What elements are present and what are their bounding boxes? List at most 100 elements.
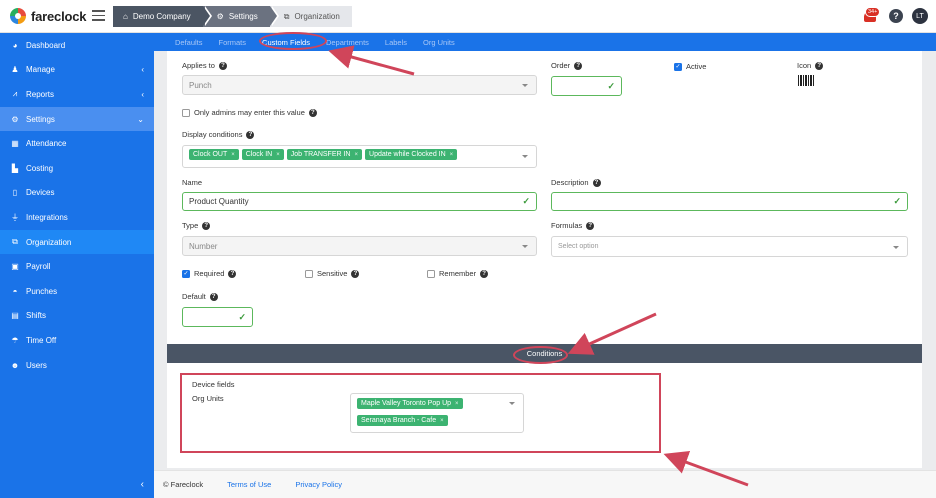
checkbox-box[interactable]: ✓ [674,62,682,71]
sidebar-collapse-button[interactable]: ‹ [141,479,144,490]
label-text: Applies to [182,61,215,70]
factory-icon: ▙ [11,163,19,173]
breadcrumb-organization[interactable]: ⧉ Organization [269,6,352,27]
sidebar-item-label: Dashboard [26,40,66,50]
sidebar-item-devices[interactable]: ▯ Devices [0,181,154,206]
help-button[interactable]: ? [889,9,903,23]
active-checkbox[interactable]: ✓ Active [674,62,706,71]
display-conditions-multiselect[interactable]: Clock OUT × Clock IN × Job TRANSFER IN × Up… [182,145,537,168]
chevron-left-icon: ‹ [141,89,144,99]
chip-clock-in[interactable]: Clock IN × [241,149,284,160]
remember-checkbox[interactable]: Remember? [427,269,489,278]
help-icon[interactable]: ? [586,221,595,230]
chip-clock-out[interactable]: Clock OUT × [189,149,239,160]
help-icon[interactable]: ? [202,221,211,230]
menu-toggle-icon[interactable] [92,10,105,21]
remove-icon[interactable]: × [231,152,235,158]
notifications-button[interactable]: 34+ [862,7,881,24]
sidebar-item-settings[interactable]: ⚙ Settings ⌄ [0,106,154,132]
help-icon[interactable]: ? [574,61,583,70]
help-icon[interactable]: ? [308,108,317,117]
sidebar-item-attendance[interactable]: ▦ Attendance [0,131,154,156]
tab-labels[interactable]: Labels [385,38,407,47]
checkbox-box[interactable] [427,269,435,278]
help-icon[interactable]: ? [218,61,227,70]
breadcrumb-settings[interactable]: ⚙ Settings [202,6,279,27]
checkbox-box[interactable] [305,269,313,278]
sidebar-item-organization[interactable]: ⧉ Organization [0,229,154,255]
remove-icon[interactable]: × [355,152,359,158]
label-text: Type [182,221,199,230]
remove-icon[interactable]: × [276,152,280,158]
logo[interactable]: fareclock [10,8,86,24]
name-input[interactable]: Product Quantity ✓ [182,192,537,211]
sidebar-item-integrations[interactable]: ⏚ Integrations [0,205,154,230]
sidebar-item-label: Users [26,360,47,370]
help-icon[interactable]: ? [246,130,255,139]
user-icon: ♟ [11,65,19,75]
tab-org-units[interactable]: Org Units [423,38,455,47]
org-chart-icon: ⧉ [12,237,18,247]
terms-link[interactable]: Terms of Use [227,480,271,489]
tab-departments[interactable]: Departments [326,38,369,47]
label-text: Description [551,178,589,187]
breadcrumb-company[interactable]: ⌂ Demo Company [113,6,212,27]
tab-defaults[interactable]: Defaults [175,38,203,47]
applies-to-select[interactable]: Punch [182,75,537,95]
checkbox-label: Sensitive [317,269,348,278]
applies-to-label: Applies to? [182,61,227,70]
sidebar-item-time-off[interactable]: ☂ Time Off [0,328,154,353]
sidebar-item-users[interactable]: ☻ Users [0,353,154,378]
label-text: Order [551,61,571,70]
help-icon[interactable]: ? [592,178,601,187]
only-admins-checkbox[interactable]: Only admins may enter this value? [182,108,317,117]
default-input[interactable]: ✓ [182,307,253,327]
tab-formats[interactable]: Formats [219,38,247,47]
breadcrumb: ⌂ Demo Company ⚙ Settings ⧉ Organization [113,6,352,27]
barcode-icon[interactable] [798,75,814,86]
checkbox-label: Active [686,62,707,71]
remove-icon[interactable]: × [450,152,454,158]
palette-icon: ◕ [12,40,18,50]
sidebar-item-payroll[interactable]: ▣ Payroll [0,254,154,279]
breadcrumb-label: Settings [228,12,258,21]
avatar[interactable]: LT [912,8,928,24]
order-label: Order? [551,61,583,70]
help-icon[interactable]: ? [351,269,360,278]
type-value: Number [189,241,218,251]
sidebar-item-reports[interactable]: ⩘ Reports ‹ [0,82,154,107]
description-label: Description? [551,178,601,187]
help-icon[interactable]: ? [209,292,218,301]
briefcase-icon: ▤ [11,311,19,321]
sidebar-item-costing[interactable]: ▙ Costing [0,156,154,181]
formulas-select[interactable]: Select option [551,236,908,257]
chip-label: Job TRANSFER IN [290,151,351,158]
sidebar-item-label: Time Off [26,335,57,345]
sidebar-item-dashboard[interactable]: ◕ Dashboard [0,33,154,58]
sidebar-item-manage[interactable]: ♟ Manage ‹ [0,58,154,83]
chip-label: Clock OUT [193,151,228,158]
sensitive-checkbox[interactable]: Sensitive? [305,269,360,278]
description-input[interactable]: ✓ [551,192,908,211]
gear-icon: ⚙ [11,114,19,124]
sidebar-item-label: Attendance [26,139,67,149]
sidebar-item-punches[interactable]: ◓ Punches [0,279,154,304]
chip-job-transfer-in[interactable]: Job TRANSFER IN × [286,149,363,160]
privacy-link[interactable]: Privacy Policy [295,480,342,489]
help-icon[interactable]: ? [228,269,237,278]
checkbox-box[interactable]: ✓ [182,269,190,278]
org-chart-icon: ⧉ [283,11,290,21]
required-checkbox[interactable]: ✓ Required? [182,269,237,278]
checkbox-label: Required [194,269,225,278]
chip-update-while-clocked-in[interactable]: Update while Clocked IN × [365,149,458,160]
label-text: Formulas [551,221,583,230]
order-input[interactable]: ✓ [551,76,622,96]
app-window: fareclock ⌂ Demo Company ⚙ Settings ⧉ Or… [0,0,936,498]
type-select[interactable]: Number [182,236,537,256]
checkbox-box[interactable] [182,108,190,117]
help-icon[interactable]: ? [815,61,824,70]
sidebar-item-shifts[interactable]: ▤ Shifts [0,304,154,329]
help-icon[interactable]: ? [480,269,489,278]
name-value: Product Quantity [189,197,249,206]
sidebar-item-label: Costing [26,163,54,173]
